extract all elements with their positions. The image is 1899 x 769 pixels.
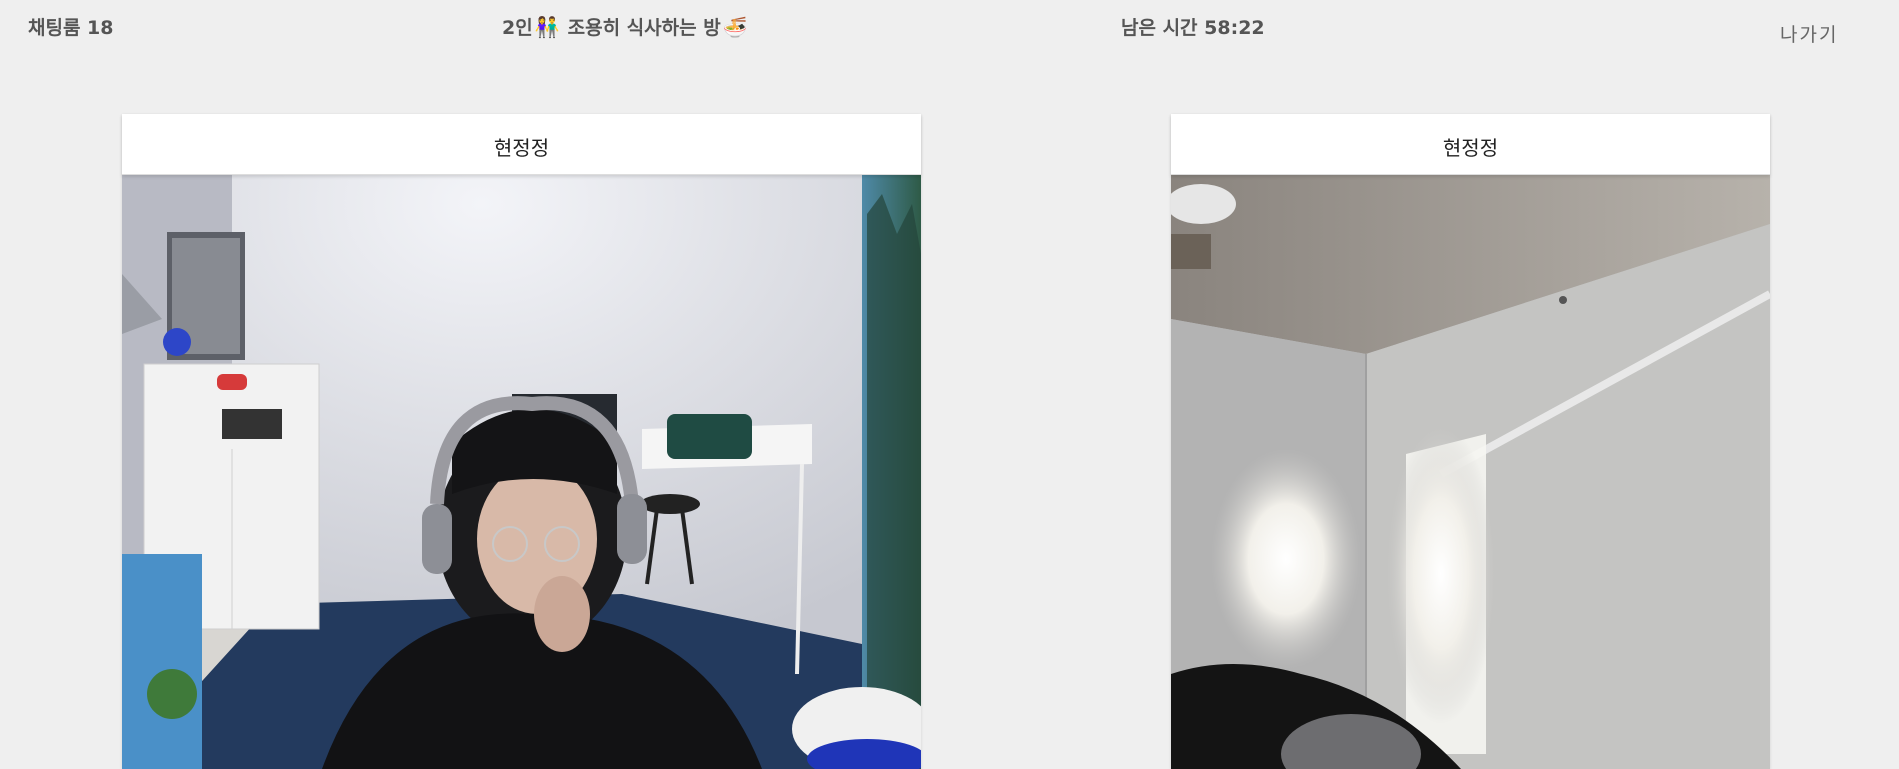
people-icon: 👫 xyxy=(534,14,560,39)
participant-name: 현정정 xyxy=(493,136,550,160)
video-feed xyxy=(1171,174,1770,769)
participant-card-2: 현정정 xyxy=(1171,114,1770,769)
remaining-time: 남은 시간 58:22 xyxy=(1121,17,1265,39)
room-title-text: 조용히 식사하는 방 xyxy=(567,17,721,39)
participant-name: 현정정 xyxy=(1442,136,1499,160)
participant-card-1: 현정정 xyxy=(122,114,921,769)
room-number: 채팅룸 18 xyxy=(28,17,114,39)
room-title-prefix: 2인 xyxy=(502,17,533,39)
exit-button[interactable]: 나가기 xyxy=(1780,20,1838,47)
top-bar: 채팅룸 18 2인 👫 조용히 식사하는 방 🍜 남은 시간 58:22 나가기 xyxy=(0,0,1899,60)
noodle-bowl-icon: 🍜 xyxy=(722,14,748,39)
participant-header: 현정정 xyxy=(1171,114,1770,175)
video-frame-ceiling xyxy=(1171,174,1770,769)
video-frame-room xyxy=(122,174,921,769)
video-feed xyxy=(122,174,921,769)
participant-header: 현정정 xyxy=(122,114,921,175)
room-title: 2인 👫 조용히 식사하는 방 🍜 xyxy=(502,13,750,40)
